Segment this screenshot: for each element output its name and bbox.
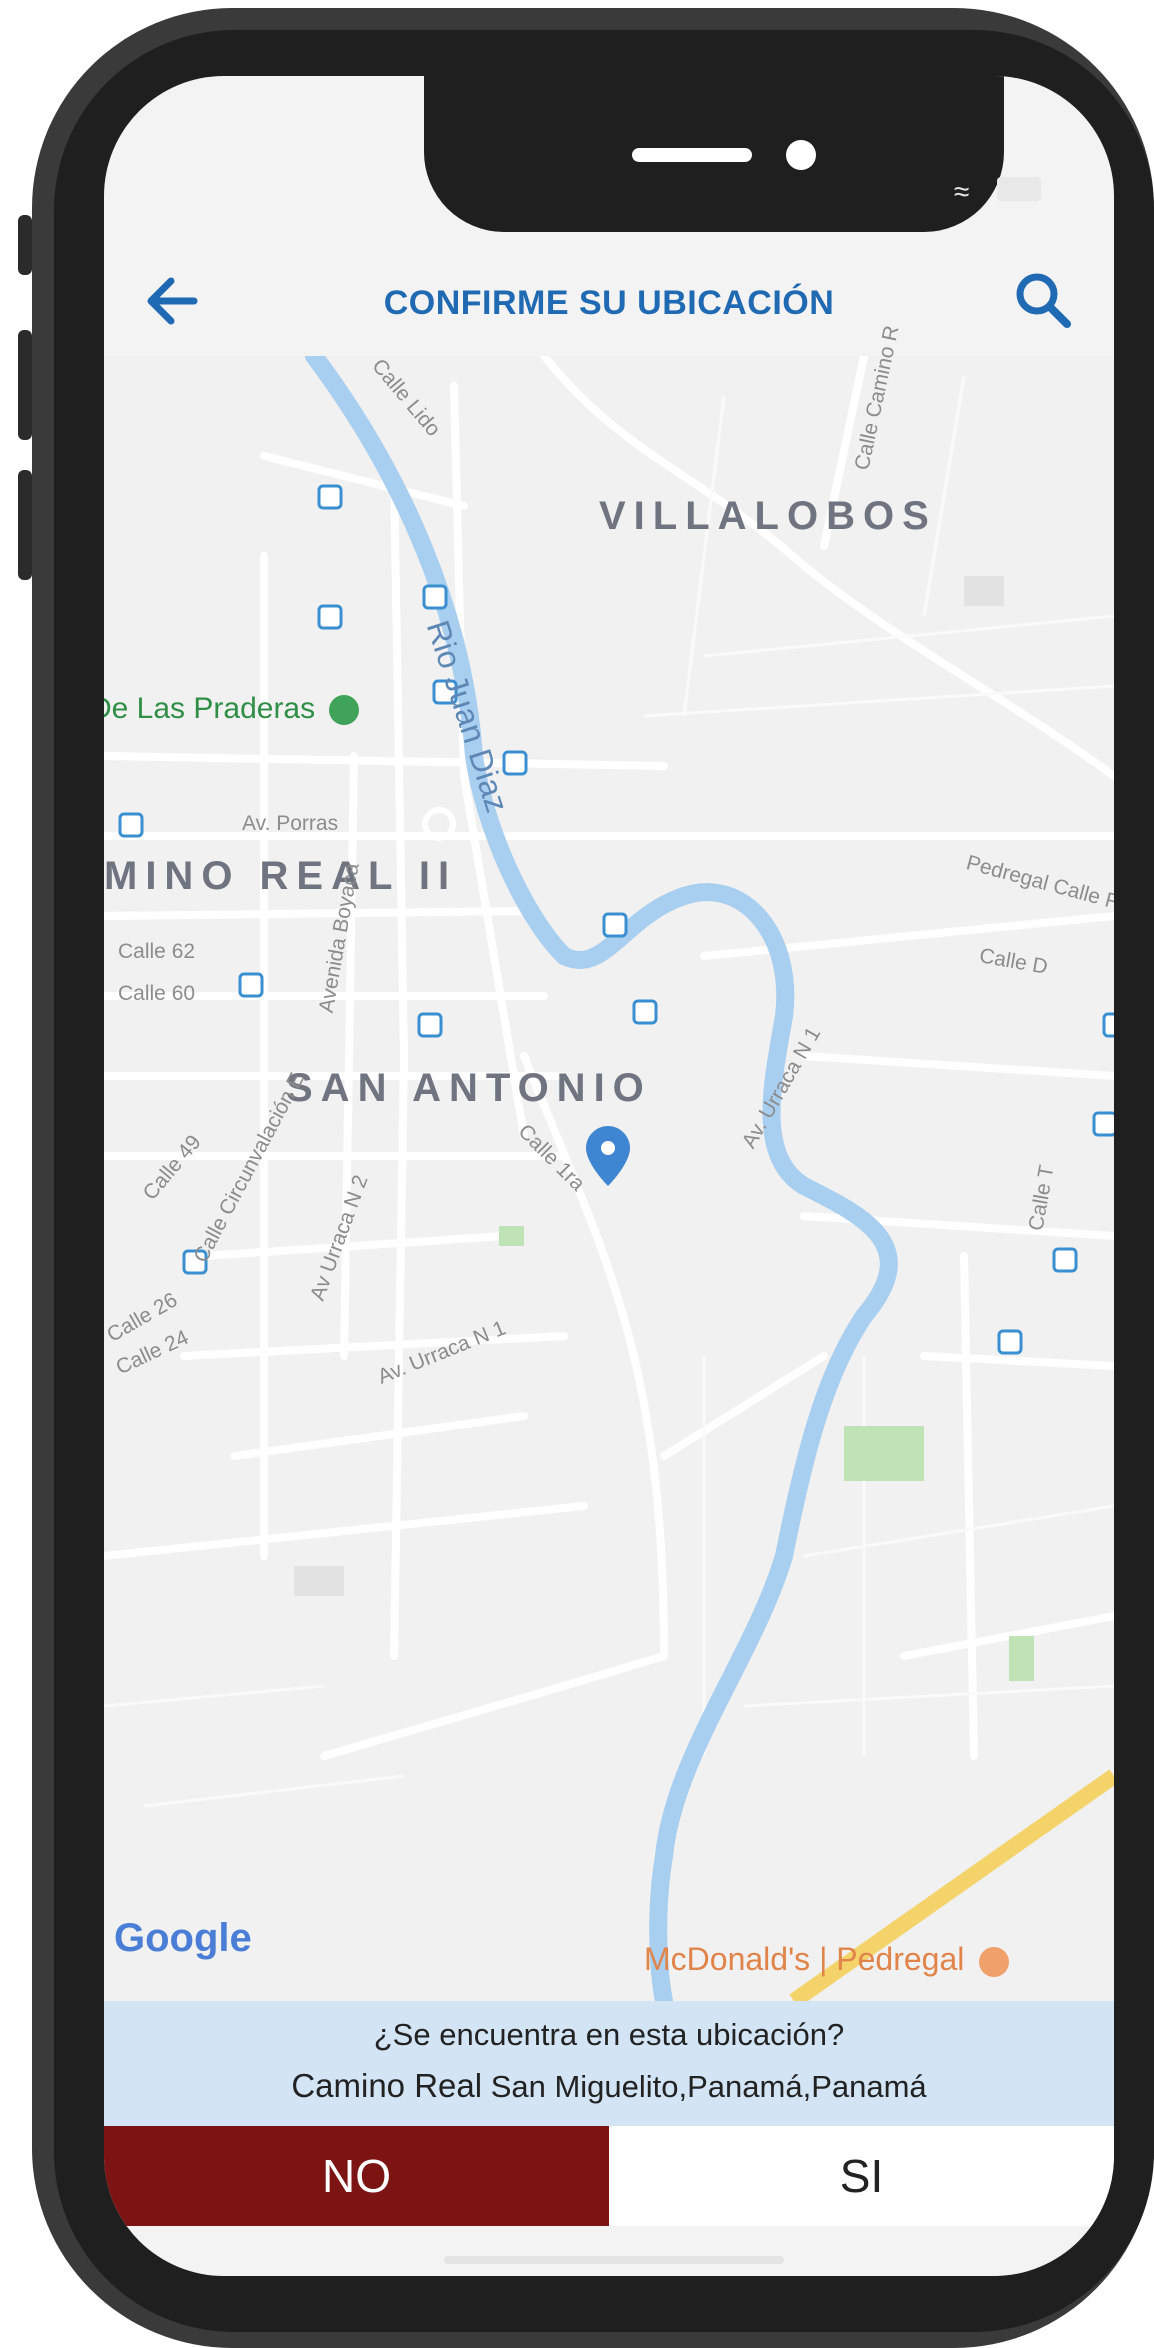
district-label-san-antonio: SAN ANTONIO [286, 1066, 652, 1110]
address-line: Camino Real San Miguelito,Panamá,Panamá [104, 2067, 1114, 2105]
no-button[interactable]: NO [104, 2126, 609, 2226]
poi-restaurant-name: McDonald's | Pedregal [644, 1941, 965, 1977]
back-button[interactable] [134, 266, 214, 346]
district-label-camino-real: MINO REAL II [104, 854, 458, 898]
front-camera [786, 140, 816, 170]
park-marker-icon [329, 695, 360, 726]
street-label: Calle 60 [118, 982, 196, 1005]
yes-button[interactable]: SI [609, 2126, 1114, 2226]
google-logo: Google [114, 1916, 252, 1961]
poi-park-name: De Las Praderas [104, 692, 316, 725]
poi-restaurant-label[interactable]: McDonald's | Pedregal [644, 1941, 1010, 1978]
arrow-left-icon [147, 277, 198, 325]
search-button[interactable] [1009, 266, 1089, 346]
volume-down-button [18, 470, 32, 580]
map-view[interactable]: VILLALOBOS MINO REAL II SAN ANTONIO Rio … [104, 324, 1114, 2001]
battery-icon [997, 177, 1042, 201]
wifi-icon: ≈ [954, 176, 970, 207]
address-region: San Miguelito,Panamá,Panamá [490, 2069, 927, 2104]
google-logo-text: Google [114, 1916, 252, 1960]
confirm-location-panel: ¿Se encuentra en esta ubicación? Camino … [104, 2001, 1114, 2126]
phone-notch [424, 76, 1004, 232]
home-indicator[interactable] [444, 2256, 784, 2264]
speaker-grille [632, 148, 752, 162]
street-label: Calle 62 [118, 940, 196, 963]
search-icon [1016, 273, 1071, 328]
confirm-question: ¿Se encuentra en esta ubicación? [373, 2017, 845, 2052]
address-place: Camino Real [291, 2067, 483, 2104]
district-label-villalobos: VILLALOBOS [599, 494, 937, 538]
volume-silent-switch [18, 215, 32, 275]
location-pin-icon[interactable] [586, 1126, 630, 1191]
status-bar: ≈ [934, 176, 1042, 208]
restaurant-marker-icon [979, 1946, 1010, 1977]
page-title: CONFIRME SU UBICACIÓN [383, 284, 835, 322]
volume-up-button [18, 330, 32, 440]
poi-park-label[interactable]: De Las Praderas [104, 692, 360, 726]
app-screen: VILLALOBOS MINO REAL II SAN ANTONIO Rio … [104, 76, 1114, 2276]
street-label: Av. Porras [242, 812, 339, 835]
